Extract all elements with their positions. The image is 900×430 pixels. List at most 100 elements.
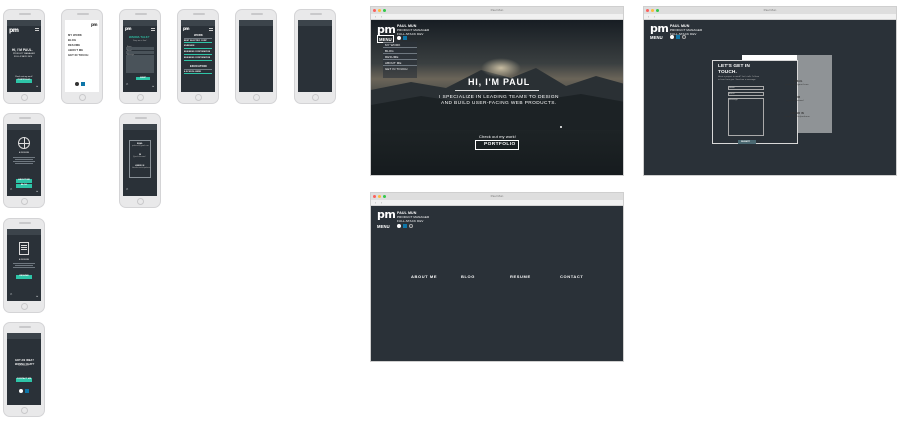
cta-sub: Let's connect [18,366,29,367]
logo[interactable]: pm [377,209,396,220]
linkedin-icon[interactable] [403,224,407,228]
caption: A RESUME [19,152,30,154]
tagline: FULL-STACK DEV [14,55,33,58]
submit-button-label: SUBMIT [741,140,750,143]
logo[interactable]: pm [377,24,396,35]
phone-mockup-contact-form: pm WANNA TALK? Drop me a line! Name Emai… [119,9,161,104]
chevron-up-icon[interactable]: ⌃ [9,189,13,194]
menu-label[interactable]: MENU [650,35,663,40]
github-icon[interactable] [670,35,674,39]
email-label: EMAIL [794,80,803,83]
chevron-down-icon[interactable]: ⌄ [35,84,39,89]
menu-icon[interactable] [209,28,213,31]
linkedin-icon[interactable] [403,36,407,40]
nav-about-me[interactable]: ABOUT ME [411,274,437,279]
github-icon[interactable] [75,82,79,86]
field-label: Message [127,55,135,56]
back-icon[interactable]: ‹ [648,15,649,19]
linkedin-value: linkedin.com/in/paulmun [132,168,151,169]
sunburst [481,58,521,78]
menu-label[interactable]: MENU [377,224,390,229]
phone-mockup-resume-doc: A RESUME RESUME ⌃ ⌄ [3,218,45,313]
window-title: Paul Mun [763,8,777,12]
about-me-button[interactable]: ABOUT ME [16,179,32,183]
nav-menu: MY WORK BLOG RESUME ABOUT ME GET IN TOUC… [383,42,417,78]
nav-contact[interactable]: CONTACT [560,274,583,279]
menu-item-blog[interactable]: BLOG [68,39,76,42]
job-entry: BUSINESS CORPORATION [184,51,211,53]
menu-icon[interactable] [151,28,155,31]
other-icon[interactable] [409,224,413,228]
contact-card-shade [797,55,832,133]
phone-mockup-menu: pm MY WORK BLOG RESUME ABOUT ME GET IN T… [61,9,103,104]
window-title: Paul Mun [490,194,504,198]
github-icon[interactable] [397,224,401,228]
blog-button[interactable]: BLOG [16,184,32,188]
github-icon[interactable] [397,36,401,40]
chevron-down-icon[interactable]: ⌄ [151,84,155,89]
email-value: paulmun9@gmail.com [785,84,809,86]
hero-subline: AND BUILD USER-FACING WEB PRODUCTS. [441,101,557,106]
menu-item-my-work[interactable]: MY WORK [68,34,82,37]
field-label: Message [729,98,738,101]
phone-mockup-home: pm HI, I'M PAUL. PRODUCT MANAGER FULL-ST… [3,9,45,104]
field-label: Email [729,92,735,95]
contact-me-button[interactable]: CONTACT ME [16,378,32,382]
nav-blog[interactable]: BLOG [461,274,475,279]
field-label: Email [127,51,132,52]
menu-item-resume[interactable]: RESUME [68,44,80,47]
form-subtitle: Drop me a line! [133,40,147,42]
menu-item-about-me[interactable]: ABOUT ME [68,49,83,52]
forward-icon[interactable]: › [654,15,655,19]
message-field[interactable] [126,55,154,73]
form-title: LET'S GET IN [718,64,750,69]
browser-window-contact: Paul Mun ‹ › pm PAUL MUN PRODUCT MANAGER… [643,6,897,176]
chevron-up-icon[interactable]: ⌃ [9,294,13,299]
message-field[interactable] [728,98,764,136]
phone-mockup-resume: pm WORK BEST ELECTRIC CORP ENRESIDE BUSI… [177,9,219,104]
logo[interactable]: pm [650,23,669,34]
im-value: @paul.chrisawol [786,100,804,102]
logo: pm [9,27,19,34]
chevron-down-icon[interactable]: ⌄ [35,294,39,299]
menu-item-get-in-touch[interactable]: GET IN TOUCH [385,67,408,71]
portfolio-button[interactable]: PORTFOLIO [16,79,32,83]
back-icon[interactable]: ‹ [375,201,376,205]
hero-headline: HI, I'M PAUL [468,77,531,87]
chevron-up-icon[interactable]: ⌃ [125,84,129,89]
chevron-down-icon[interactable]: ⌄ [35,189,39,194]
work-heading: WORK [194,34,203,37]
cta-text: Check out my work! [479,134,516,139]
job-entry: BUSINESS CORPORATION [184,57,211,59]
linkedin-icon[interactable] [81,82,85,86]
form-title: WANNA TALK? [129,36,150,39]
education-heading: EDUCATION [190,65,207,68]
phone-mockup-cta: GOT AN IDEA? WANNA CHAT? Let's connect C… [3,322,45,417]
im-label: IM [139,154,142,156]
linkedin-icon[interactable] [25,389,29,393]
logo: pm [125,26,132,31]
nav-resume[interactable]: RESUME [510,274,531,279]
portfolio-button-label: PORTFOLIO [484,142,516,147]
browser-window-home: Paul Mun ‹ › pm PAUL MUN PRODUCT MANAGER… [370,6,624,176]
submit-button[interactable]: SUBMIT [136,77,150,80]
email-value: paulmun9@gmail.com [132,146,149,147]
cta-text: Check out my work! [15,76,33,78]
form-title: TOUCH. [718,69,737,75]
linkedin-label: LINKED IN [790,112,804,115]
github-icon[interactable] [19,389,23,393]
menu-item-get-in-touch[interactable]: GET IN TOUCH [68,54,88,57]
logo: pm [91,22,98,27]
menu-icon[interactable] [35,28,39,31]
forward-icon[interactable]: › [381,15,382,19]
back-icon[interactable]: ‹ [375,15,376,19]
chevron-up-icon[interactable]: ⌃ [125,189,129,194]
logo: pm [183,26,190,31]
linkedin-icon[interactable] [676,35,680,39]
caption: A RESUME [19,259,30,261]
other-icon[interactable] [682,35,686,39]
job-entry: ENRESIDE [184,45,195,47]
resume-button[interactable]: RESUME [16,275,32,279]
forward-icon[interactable]: › [381,201,382,205]
phone-mockup-contact-card: EMAIL paulmun9@gmail.com IM @paul.chrisa… [119,113,161,208]
